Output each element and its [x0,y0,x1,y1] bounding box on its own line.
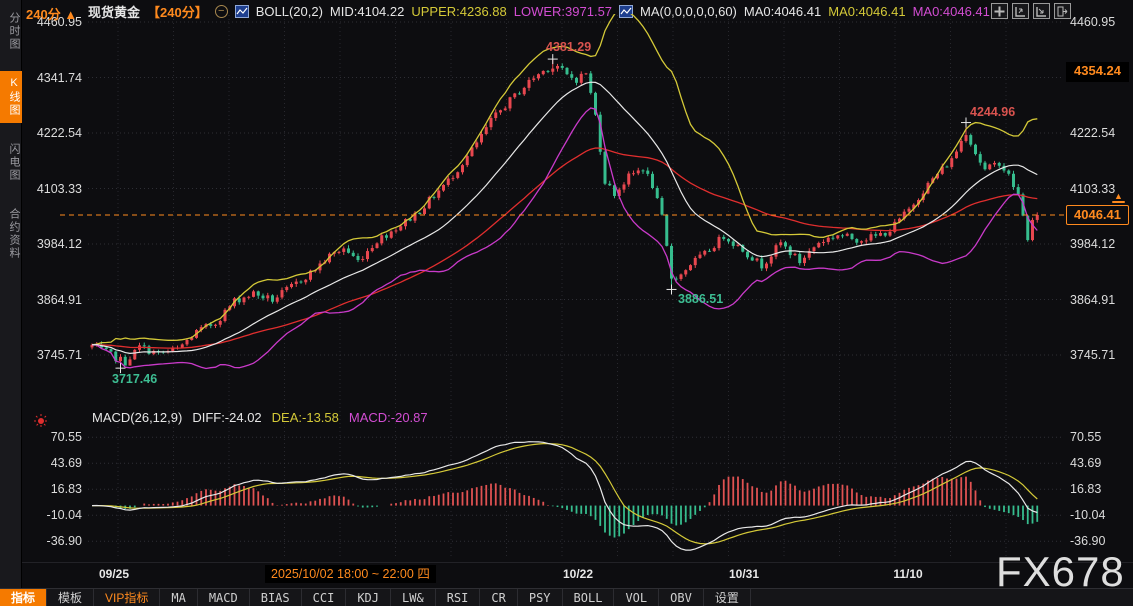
tab-LW&[interactable]: LW& [391,589,436,606]
current-price-box: 4046.41 [1066,205,1129,225]
extreme-price-label: 3717.46 [112,372,157,386]
indicator-pane-marker-icon[interactable] [33,413,49,429]
time-tick-label: 11/10 [893,567,922,581]
tab-OBV[interactable]: OBV [659,589,704,606]
tab-KDJ[interactable]: KDJ [346,589,391,606]
time-tick-label: 10/22 [563,567,593,581]
price-tick-left: 3864.91 [16,292,82,308]
price-tick-left: 4222.54 [16,125,82,141]
tab-BIAS[interactable]: BIAS [250,589,302,606]
price-tick-right: 4222.54 [1070,125,1132,141]
macd-tick-left: 43.69 [16,455,82,471]
macd-tick-left: 70.55 [16,429,82,445]
tab-CCI[interactable]: CCI [302,589,347,606]
price-tick-left: 4103.33 [16,181,82,197]
price-tick-left: 3984.12 [16,236,82,252]
indicator-tabbar: 指标模板VIP指标MAMACDBIASCCIKDJLW&RSICRPSYBOLL… [0,588,1133,606]
tab-CR[interactable]: CR [480,589,517,606]
overlay-lines [92,10,1037,368]
price-alert-icon[interactable]: ▲ [1112,192,1125,203]
tab-RSI[interactable]: RSI [436,589,481,606]
tab-BOLL[interactable]: BOLL [563,589,615,606]
period-selector[interactable]: 240分 ▲ [26,4,77,23]
macd-tick-left: 16.83 [16,481,82,497]
tab-VIP指标[interactable]: VIP指标 [94,589,160,606]
chart-canvas[interactable] [0,0,1133,606]
macd-tick-right: -10.04 [1070,507,1132,523]
macd-macd-value: MACD:-20.87 [349,410,428,425]
macd-tick-left: -36.90 [16,533,82,549]
extreme-price-label: 3886.51 [678,292,723,306]
macd-tick-left: -10.04 [16,507,82,523]
price-tick-left: 3745.71 [16,347,82,363]
macd-tick-right: 16.83 [1070,481,1132,497]
gridlines [88,15,1064,558]
price-tick-right: 3745.71 [1070,347,1132,363]
tab-VOL[interactable]: VOL [614,589,659,606]
macd-tick-right: 43.69 [1070,455,1132,471]
trading-app-window: 分时图K线图闪电图合约资料 现货黄金 【240分】 − BOLL(20,2) M… [0,0,1133,606]
macd-dea-value: DEA:-13.58 [272,410,339,425]
macd-params: MACD(26,12,9) [92,410,182,425]
extreme-markers [116,54,972,373]
extreme-price-label: 4244.96 [970,105,1015,119]
macd-tick-right: 70.55 [1070,429,1132,445]
crosshair-time-tooltip: 2025/10/02 18:00 ~ 22:00 四 [265,565,436,583]
macd-tick-right: -36.90 [1070,533,1132,549]
tab-MACD[interactable]: MACD [198,589,250,606]
macd-header: MACD(26,12,9) DIFF:-24.02 DEA:-13.58 MAC… [92,410,428,425]
price-tick-right: 3984.12 [1070,236,1132,252]
candlesticks [91,59,1039,368]
tab-指标[interactable]: 指标 [0,589,47,606]
tab-MA[interactable]: MA [160,589,197,606]
price-tick-right: 3864.91 [1070,292,1132,308]
tab-设置[interactable]: 设置 [704,589,751,606]
macd-diff-value: DIFF:-24.02 [192,410,261,425]
time-axis: 2025/10/02 18:00 ~ 22:00 四 09/2510/1310/… [22,562,1133,586]
tab-模板[interactable]: 模板 [47,589,94,606]
time-tick-label: 10/31 [729,567,759,581]
macd-pane [92,442,1037,550]
price-tick-right: 4460.95 [1070,14,1132,30]
tab-PSY[interactable]: PSY [518,589,563,606]
price-tick-left: 4341.74 [16,70,82,86]
time-tick-label: 09/25 [99,567,129,581]
session-high-price-box: 4354.24 [1066,62,1129,82]
fx678-watermark: FX678 [996,548,1125,596]
extreme-price-label: 4381.29 [546,40,591,54]
